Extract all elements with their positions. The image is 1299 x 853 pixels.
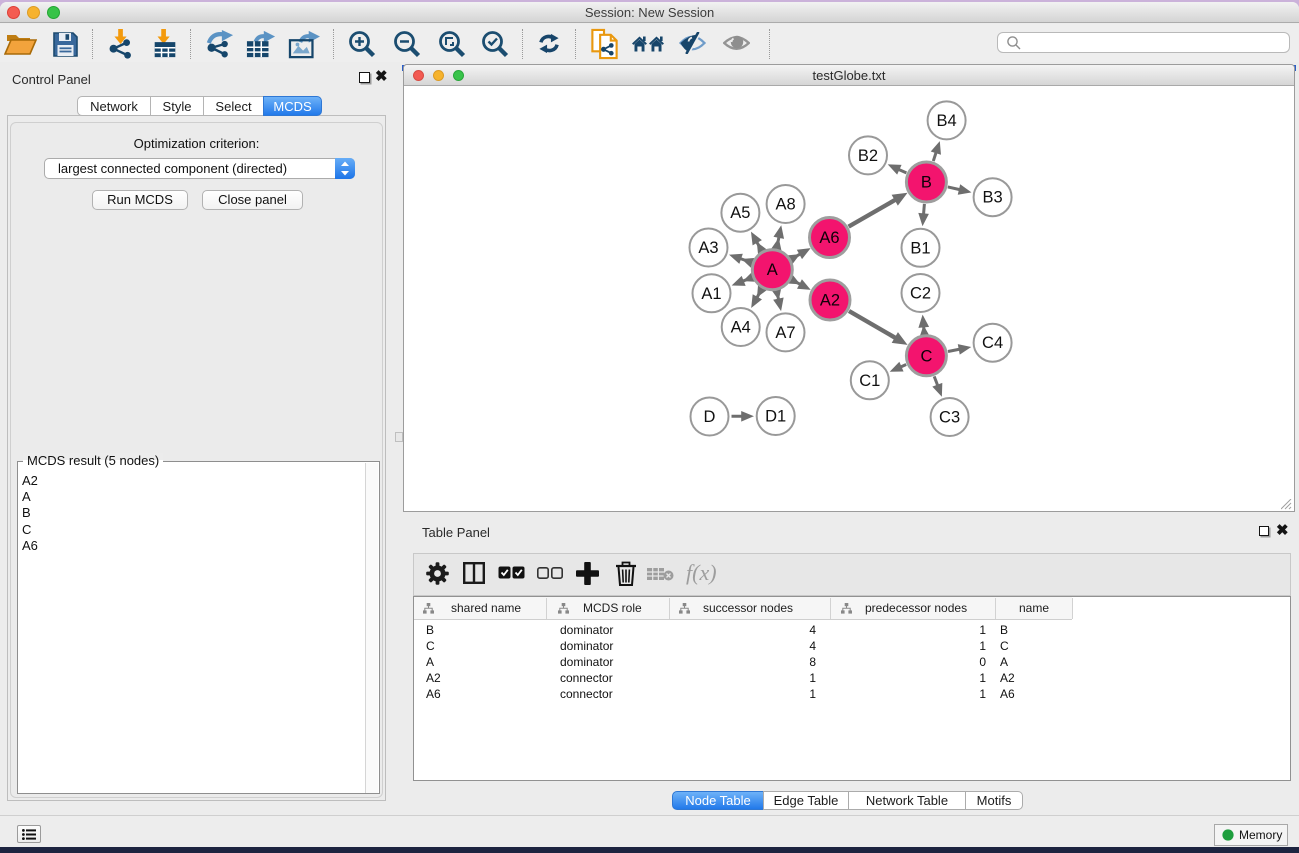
svg-text:D1: D1 — [765, 408, 786, 426]
svg-text:A1: A1 — [701, 285, 721, 303]
svg-text:C4: C4 — [982, 334, 1003, 352]
svg-text:B2: B2 — [858, 147, 878, 165]
svg-text:A: A — [767, 261, 778, 279]
svg-text:A6: A6 — [819, 229, 839, 247]
svg-text:B1: B1 — [910, 239, 930, 257]
svg-text:A4: A4 — [731, 319, 751, 337]
svg-text:A7: A7 — [775, 324, 795, 342]
svg-text:C1: C1 — [859, 372, 880, 390]
svg-text:C2: C2 — [910, 285, 931, 303]
svg-text:B4: B4 — [937, 112, 957, 130]
svg-text:D: D — [704, 408, 716, 426]
svg-text:A3: A3 — [698, 239, 718, 257]
svg-text:A8: A8 — [776, 196, 796, 214]
svg-text:C3: C3 — [939, 409, 960, 427]
svg-text:C: C — [920, 347, 932, 365]
svg-text:A5: A5 — [730, 204, 750, 222]
svg-text:B: B — [921, 174, 932, 192]
svg-text:A2: A2 — [820, 292, 840, 310]
svg-text:B3: B3 — [983, 189, 1003, 207]
